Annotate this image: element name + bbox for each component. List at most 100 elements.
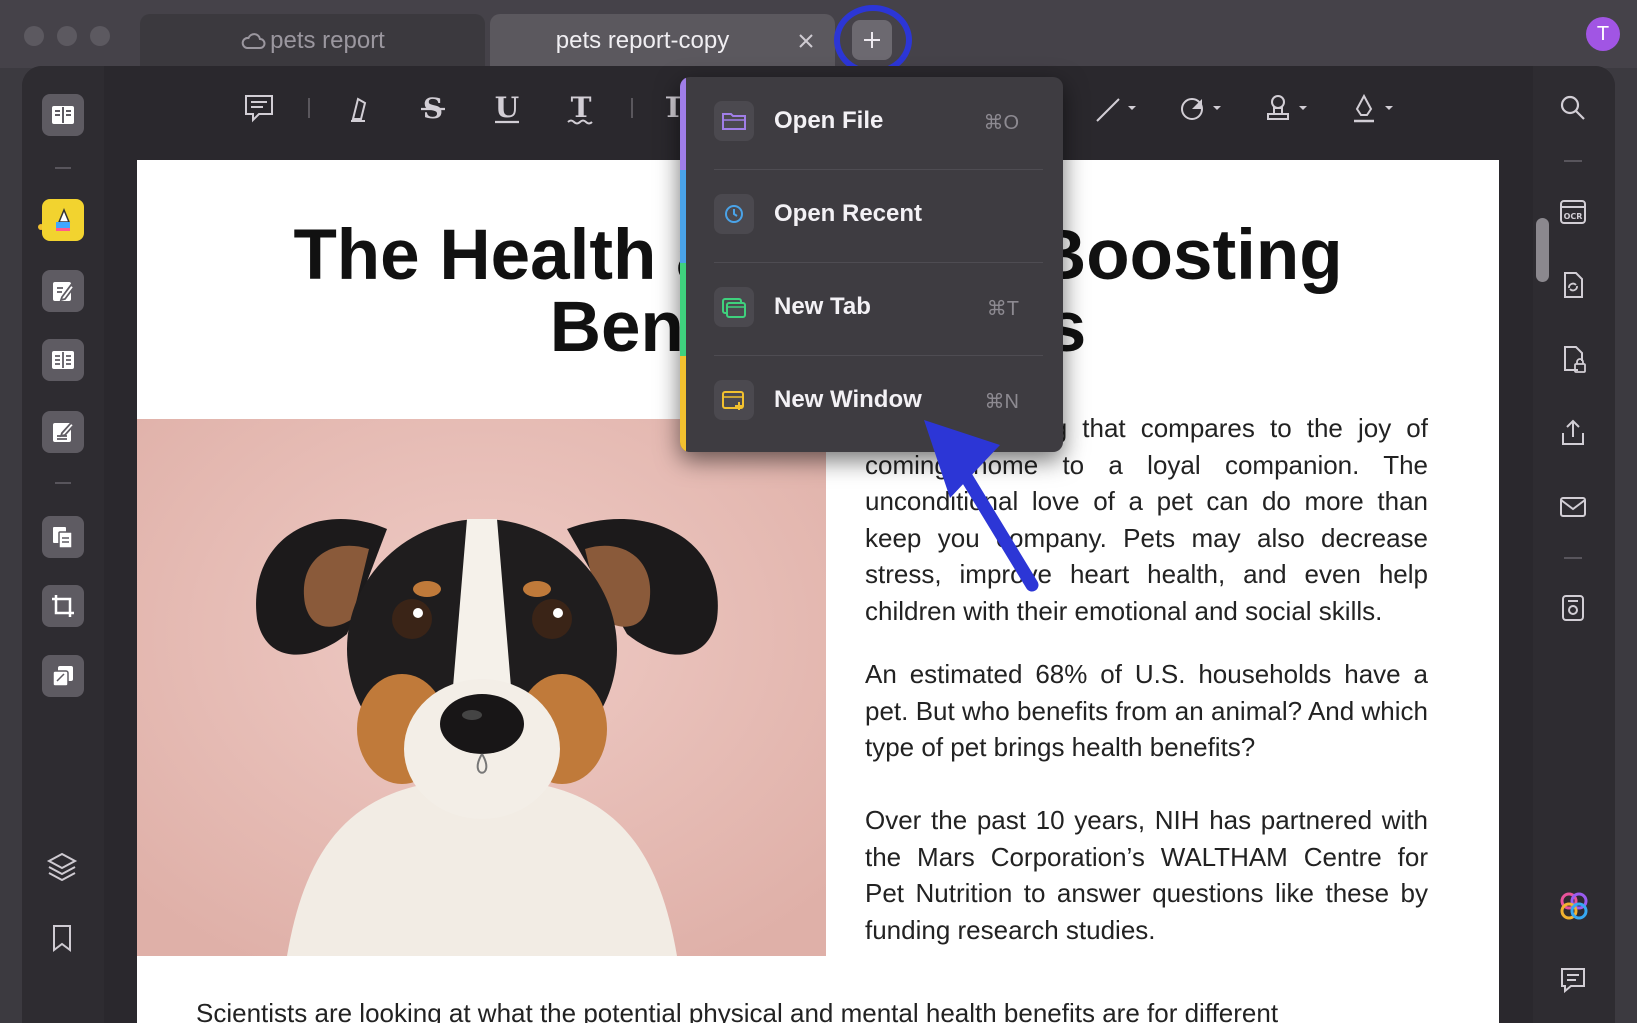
scrollbar[interactable] [1536,218,1549,282]
strikethrough-icon: S [421,92,445,125]
convert-button[interactable] [1558,270,1588,300]
reader-mode-button[interactable] [42,94,84,136]
email-button[interactable] [1558,492,1588,522]
ai-assistant-button[interactable] [1558,890,1588,920]
edit-mode-button[interactable] [42,270,84,312]
form-mode-button[interactable] [42,411,84,453]
mail-icon [1560,497,1586,517]
comments-panel-button[interactable] [1558,965,1588,995]
tab-pets-report-copy[interactable]: pets report-copy [490,14,835,68]
separator [631,98,633,118]
line-tool-button[interactable] [1093,93,1139,130]
menu-item-open-recent[interactable]: Open Recent [680,170,1063,262]
menu-item-label: Open Recent [774,200,923,227]
underline-icon: U [495,91,519,124]
paragraph-2: An estimated 68% of U.S. households have… [865,659,1428,762]
svg-text:OCR: OCR [1564,212,1583,221]
strikethrough-tool-button[interactable]: S [418,92,448,130]
menu-item-shortcut: ⌘T [986,298,1019,320]
bookmark-button[interactable] [51,924,73,957]
menu-item-new-window[interactable]: New Window ⌘N [680,356,1063,448]
dog-image [137,419,826,956]
crop-icon [52,595,74,617]
shape-tool-button[interactable] [1178,93,1224,130]
highlight-ring [834,5,912,75]
save-button[interactable] [1558,593,1588,623]
highlight-tool-button[interactable] [345,93,373,130]
tabs-icon [714,287,754,327]
menu-item-label: Open File [774,107,884,134]
tab-pets-report[interactable]: pets report [140,14,485,68]
organize-mode-button[interactable] [42,339,84,381]
note-icon [245,95,273,123]
note-tool-button[interactable] [243,93,275,128]
squiggly-text-icon: T [567,91,593,125]
squiggly-tool-button[interactable]: T [565,91,597,130]
ai-assistant-icon [1560,892,1588,920]
share-icon [1562,419,1584,445]
text-tool-button[interactable]: T [663,91,684,130]
menu-item-new-tab[interactable]: New Tab ⌘T [680,263,1063,355]
text-icon: T [663,91,684,124]
tab-label: pets report [270,27,385,54]
edit-icon [53,282,76,302]
columns-icon [52,351,74,369]
paragraph-4: Scientists are looking at what the poten… [196,998,1279,1023]
crop-button[interactable] [42,585,84,627]
dog-photo [137,419,826,956]
paragraph-3: Over the past 10 years, NIH has partnere… [865,805,1428,945]
separator [1564,557,1582,559]
separator [55,167,71,169]
menu-item-shortcut: ⌘N [984,391,1019,413]
save-icon [1562,595,1584,621]
stamp-icon [1267,95,1307,120]
stack-icon [52,666,73,687]
svg-text:T: T [571,93,592,124]
close-icon [799,34,813,48]
menu-item-open-file[interactable]: Open File ⌘O [680,77,1063,169]
highlighter-pen-icon [351,97,367,122]
separator [1564,160,1582,162]
shape-icon [1181,98,1221,120]
layers-button[interactable] [46,851,78,886]
share-button[interactable] [1558,418,1588,448]
pen-nib-icon [1354,93,1393,123]
new-window-icon [714,380,754,420]
line-icon [1096,98,1136,122]
menu-item-label: New Window [774,386,922,413]
protect-button[interactable] [1558,344,1588,374]
close-tab-button[interactable] [793,26,823,56]
left-sidebar [22,66,104,1023]
separator [55,482,71,484]
new-tab-menu: Open File ⌘O Open Recent New Tab ⌘T New … [680,77,1063,452]
pages-button[interactable] [42,516,84,558]
pages-icon [53,527,73,549]
stamp-tool-button[interactable] [1264,93,1310,130]
convert-icon [1564,272,1583,298]
search-button[interactable] [1558,93,1588,123]
book-icon [52,106,74,124]
comment-mode-button[interactable] [42,199,84,241]
svg-text:T: T [666,93,680,124]
signature-tool-button[interactable] [1350,93,1396,130]
separator [308,98,310,118]
layers-icon [46,852,78,882]
folder-icon [714,101,754,141]
minimize-window-button[interactable] [57,26,77,46]
lock-file-icon [1564,346,1586,373]
comment-icon [1561,968,1585,994]
menu-item-shortcut: ⌘O [983,112,1019,134]
form-edit-icon [53,421,76,442]
ocr-button[interactable]: OCR [1558,196,1588,226]
underline-tool-button[interactable]: U [492,91,522,130]
ocr-icon: OCR [1560,200,1586,224]
search-icon [1560,95,1585,120]
title-bar: pets report pets report-copy T [0,0,1637,75]
avatar[interactable]: T [1586,17,1620,51]
redact-button[interactable] [42,655,84,697]
bookmark-icon [53,925,71,952]
close-window-button[interactable] [24,26,44,46]
svg-text:U: U [495,93,519,124]
zoom-window-button[interactable] [90,26,110,46]
menu-item-label: New Tab [774,293,871,320]
